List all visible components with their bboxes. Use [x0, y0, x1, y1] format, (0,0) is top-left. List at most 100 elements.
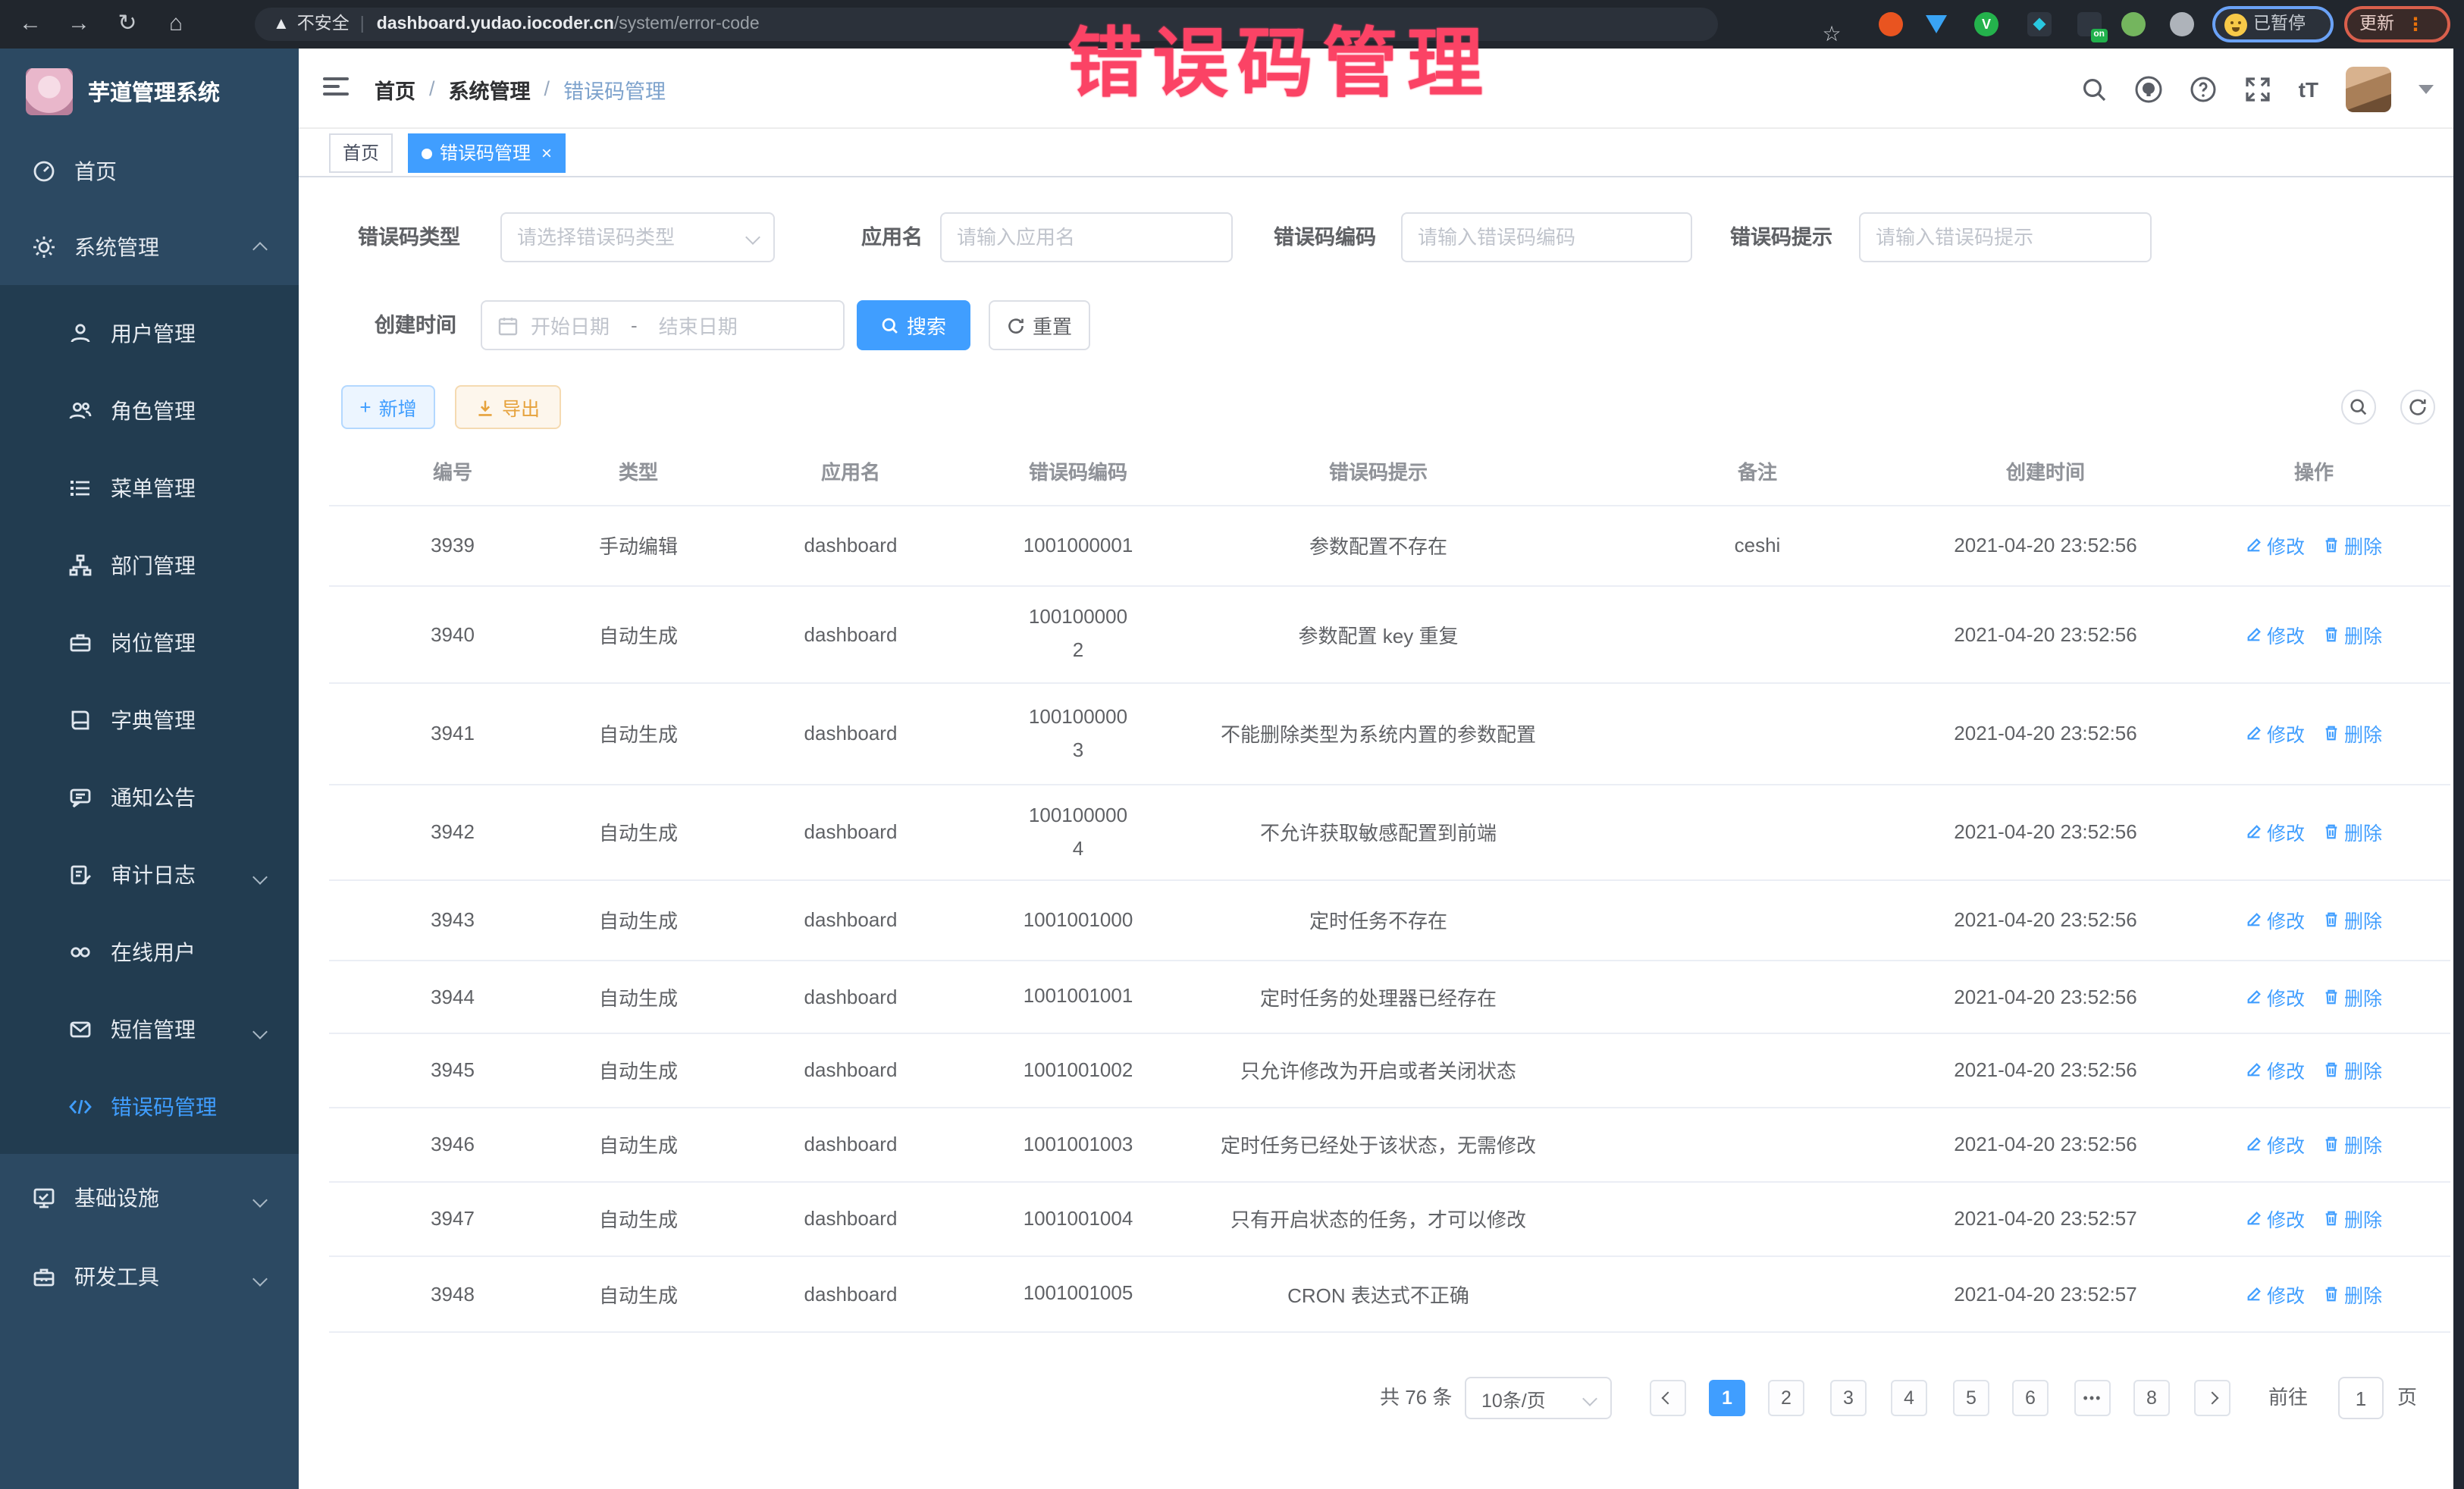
delete-icon	[2323, 1285, 2340, 1302]
edit-link[interactable]: 修改	[2246, 982, 2305, 1011]
next-page-button[interactable]	[2194, 1380, 2230, 1416]
sidebar-toggle-icon[interactable]	[323, 77, 349, 99]
delete-link[interactable]: 删除	[2323, 1055, 2382, 1084]
sidebar-item-system[interactable]: 系统管理	[0, 209, 299, 285]
prev-page-button[interactable]	[1650, 1380, 1686, 1416]
help-icon[interactable]	[2190, 75, 2217, 102]
add-button[interactable]: + 新增	[341, 385, 435, 429]
goto-page-input[interactable]	[2338, 1377, 2384, 1419]
cell-created: 2021-04-20 23:52:56	[1914, 960, 2177, 1033]
browser-home-icon[interactable]: ⌂	[158, 0, 194, 49]
sidebar-item-menus[interactable]: 菜单管理	[0, 449, 299, 526]
delete-link[interactable]: 删除	[2323, 982, 2382, 1011]
sidebar-item-posts[interactable]: 岗位管理	[0, 603, 299, 681]
edit-link[interactable]: 修改	[2246, 1279, 2305, 1308]
refresh-table-button[interactable]	[2400, 390, 2435, 425]
error-type-select[interactable]	[500, 212, 775, 262]
extension-key-icon[interactable]	[2120, 11, 2147, 38]
edit-link[interactable]: 修改	[2246, 1130, 2305, 1158]
breadcrumb-home[interactable]: 首页	[375, 74, 415, 104]
fullscreen-icon[interactable]	[2244, 75, 2271, 102]
error-type-input[interactable]	[517, 226, 748, 249]
page-size-select[interactable]: 10条/页	[1465, 1377, 1612, 1419]
col-created: 创建时间	[1914, 437, 2177, 505]
error-code-field[interactable]	[1401, 212, 1692, 262]
menu-list-icon	[68, 475, 92, 500]
toggle-search-button[interactable]	[2341, 390, 2376, 425]
sidebar-item-notice[interactable]: 通知公告	[0, 758, 299, 835]
edit-link[interactable]: 修改	[2246, 817, 2305, 846]
col-code: 错误码编码	[1001, 437, 1155, 505]
sidebar-item-users[interactable]: 用户管理	[0, 294, 299, 371]
delete-link[interactable]: 删除	[2323, 1204, 2382, 1233]
search-button-label: 搜索	[907, 311, 946, 340]
date-range-picker[interactable]: 开始日期 - 结束日期	[481, 300, 845, 350]
page-button-2[interactable]: 2	[1768, 1380, 1804, 1416]
extension-green-icon[interactable]: V	[1973, 11, 2000, 38]
error-code-input[interactable]	[1418, 226, 1676, 249]
app-name-field[interactable]	[940, 212, 1233, 262]
page-button-6[interactable]: 6	[2012, 1380, 2049, 1416]
tag-home[interactable]: 首页	[329, 133, 393, 173]
browser-reload-icon[interactable]: ↻	[109, 0, 146, 49]
breadcrumb-system[interactable]: 系统管理	[449, 74, 531, 104]
extension-orange-icon[interactable]	[1877, 11, 1904, 38]
page-button-8[interactable]: 8	[2133, 1380, 2170, 1416]
edit-link[interactable]: 修改	[2246, 1204, 2305, 1233]
edit-link[interactable]: 修改	[2246, 905, 2305, 934]
search-icon[interactable]	[2080, 75, 2108, 102]
edit-link[interactable]: 修改	[2246, 1055, 2305, 1084]
delete-link[interactable]: 删除	[2323, 817, 2382, 846]
more-pages-button[interactable]: •••	[2074, 1380, 2111, 1416]
edit-link[interactable]: 修改	[2246, 531, 2305, 560]
error-msg-input[interactable]	[1876, 226, 2135, 249]
page-button-3[interactable]: 3	[1830, 1380, 1867, 1416]
user-avatar[interactable]	[2346, 66, 2391, 111]
font-size-icon[interactable]: tT	[2299, 77, 2318, 101]
delete-link[interactable]: 删除	[2323, 905, 2382, 934]
extension-grid-icon[interactable]	[2026, 11, 2053, 38]
browser-scrollbar[interactable]	[2453, 49, 2464, 1489]
sidebar-item-sms[interactable]: 短信管理	[0, 990, 299, 1067]
edit-link[interactable]: 修改	[2246, 719, 2305, 748]
date-end-placeholder[interactable]: 结束日期	[659, 311, 738, 340]
sidebar-item-dict[interactable]: 字典管理	[0, 681, 299, 758]
delete-link[interactable]: 删除	[2323, 531, 2382, 560]
date-start-placeholder[interactable]: 开始日期	[531, 311, 610, 340]
page-button-4[interactable]: 4	[1891, 1380, 1927, 1416]
edit-link[interactable]: 修改	[2246, 619, 2305, 648]
sidebar-item-error-code[interactable]: 错误码管理	[0, 1067, 299, 1145]
github-icon[interactable]	[2135, 75, 2162, 102]
profile-paused-badge[interactable]: 已暂停	[2212, 6, 2334, 42]
sidebar-item-home[interactable]: 首页	[0, 133, 299, 209]
sidebar-item-roles[interactable]: 角色管理	[0, 371, 299, 449]
browser-menu-icon[interactable]: ⋮	[2406, 17, 2425, 32]
export-button[interactable]: 导出	[455, 385, 561, 429]
sidebar-item-audit-log[interactable]: 审计日志	[0, 835, 299, 913]
sidebar-item-dev-tools[interactable]: 研发工具	[0, 1239, 299, 1315]
close-icon[interactable]: ×	[541, 144, 552, 162]
address-bar[interactable]: ▲不安全|dashboard.yudao.iocoder.cn/system/e…	[255, 8, 1718, 41]
extension-on-badge-icon[interactable]: on	[2076, 11, 2103, 38]
extension-gem-icon[interactable]	[1923, 11, 1950, 38]
search-button[interactable]: 搜索	[857, 300, 970, 350]
cell-created: 2021-04-20 23:52:56	[1914, 784, 2177, 879]
error-msg-field[interactable]	[1859, 212, 2152, 262]
app-name-input[interactable]	[957, 226, 1216, 249]
sidebar-item-infrastructure[interactable]: 基础设施	[0, 1160, 299, 1236]
delete-link[interactable]: 删除	[2323, 719, 2382, 748]
page-button-1[interactable]: 1	[1709, 1380, 1745, 1416]
tag-error-code[interactable]: 错误码管理 ×	[408, 133, 566, 173]
sidebar-item-online-users[interactable]: 在线用户	[0, 913, 299, 990]
browser-forward-icon[interactable]: →	[61, 0, 97, 49]
avatar-caret-icon[interactable]	[2419, 84, 2434, 93]
delete-link[interactable]: 删除	[2323, 619, 2382, 648]
delete-link[interactable]: 删除	[2323, 1279, 2382, 1308]
sidebar-item-departments[interactable]: 部门管理	[0, 526, 299, 603]
reset-button[interactable]: 重置	[989, 300, 1090, 350]
extensions-puzzle-icon[interactable]	[2168, 11, 2196, 38]
delete-link[interactable]: 删除	[2323, 1130, 2382, 1158]
browser-back-icon[interactable]: ←	[12, 0, 49, 49]
page-button-5[interactable]: 5	[1953, 1380, 1989, 1416]
browser-update-button[interactable]: 更新 ⋮	[2344, 6, 2450, 42]
